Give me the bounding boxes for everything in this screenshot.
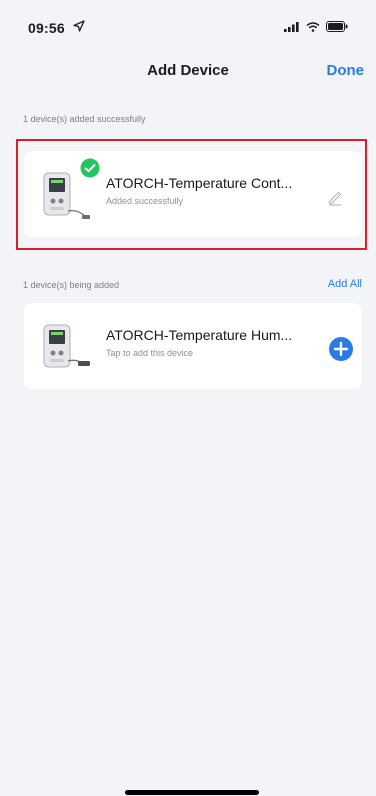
home-indicator [125,790,259,795]
done-button[interactable]: Done [327,62,365,79]
device-card-pending[interactable]: ATORCH-Temperature Hum... Tap to add thi… [24,303,362,389]
cellular-icon [284,21,299,32]
status-bar: 09:56 [0,0,376,48]
status-icons [284,21,348,32]
battery-icon [326,21,348,32]
location-arrow-icon [73,20,85,32]
section-label-added: 1 device(s) added successfully [23,114,146,124]
highlight-frame [16,139,367,250]
add-circle-icon[interactable] [328,336,354,362]
add-all-button[interactable]: Add All [328,278,362,290]
wifi-icon [306,21,320,32]
device-thumbnail [43,324,90,368]
device-name: ATORCH-Temperature Hum... [106,327,293,343]
section-label-adding: 1 device(s) being added [23,280,120,290]
device-status: Tap to add this device [106,348,194,358]
status-time: 09:56 [28,20,65,36]
page-title: Add Device [147,62,229,79]
nav-bar: Add Device Done [0,50,376,90]
